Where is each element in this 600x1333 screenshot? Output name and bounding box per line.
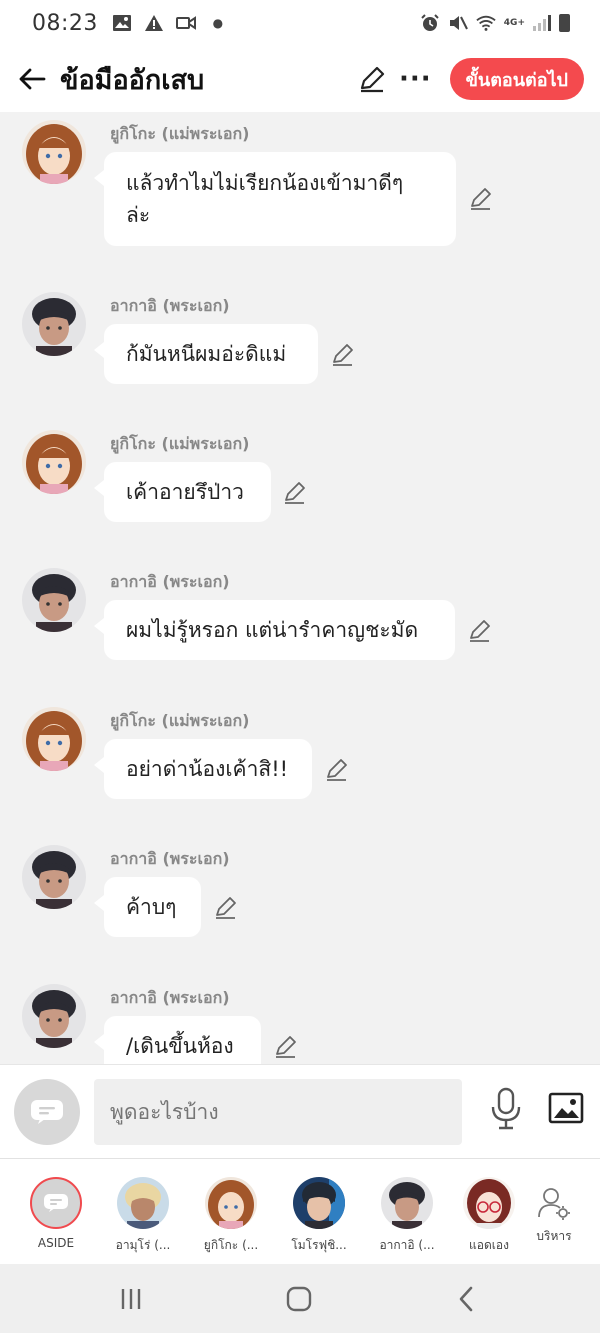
- avatar: [381, 1177, 433, 1229]
- character-label: ยูกิโกะ (...: [203, 1238, 259, 1252]
- message-bubble[interactable]: อย่าด่าน้องเค้าสิ!!: [94, 739, 312, 799]
- avatar-yukiko[interactable]: [22, 120, 86, 184]
- character-label: ASIDE: [37, 1236, 75, 1250]
- sender-name: ยูกิโกะ (แม่พระเอก): [110, 124, 250, 143]
- image-upload-icon[interactable]: [548, 1091, 584, 1125]
- message-bubble[interactable]: เค้าอายรึป่าว: [94, 462, 271, 522]
- avatar: [117, 1177, 169, 1229]
- message-text: อย่าด่าน้องเค้าสิ!!: [126, 757, 289, 781]
- microphone-icon[interactable]: [488, 1087, 524, 1131]
- manage-characters-button[interactable]: บริหาร: [514, 1177, 594, 1246]
- character-bar: ASIDE อามุโร่ (... ยูกิโกะ (... โมโรฟุชิ…: [0, 1158, 600, 1264]
- avatar: [293, 1177, 345, 1229]
- status-bar: 08:23 ● 4G+: [0, 0, 600, 46]
- edit-message-icon[interactable]: [330, 342, 356, 368]
- message-text: เค้าอายรึป่าว: [126, 480, 244, 504]
- avatar-akai[interactable]: [22, 292, 86, 356]
- alarm-icon: [420, 14, 440, 32]
- edit-title-icon[interactable]: [357, 64, 387, 94]
- character-label: อามุโร่ (...: [115, 1238, 171, 1252]
- next-step-button[interactable]: ขั้นตอนต่อไป: [449, 58, 584, 100]
- sender-name: อากาอิ (พระเอก): [110, 988, 230, 1007]
- message-text: ก้มันหนีผมอ่ะดิแม่: [126, 342, 287, 366]
- edit-message-icon[interactable]: [468, 186, 494, 212]
- manage-user-icon: [528, 1177, 580, 1229]
- gallery-notification-icon: [112, 14, 132, 32]
- character-label: อากาอิ (...: [379, 1238, 435, 1252]
- app-header: ข้อมืออักเสบ ··· ขั้นตอนต่อไป: [0, 46, 600, 112]
- chat-bubble-icon: [31, 1100, 63, 1124]
- sender-name: อากาอิ (พระเอก): [110, 296, 230, 315]
- character-morofushi[interactable]: โมโรฟุชิ...: [279, 1177, 359, 1255]
- recent-apps-icon[interactable]: [116, 1284, 146, 1314]
- avatar-akai[interactable]: [22, 568, 86, 632]
- message-input[interactable]: [94, 1079, 462, 1145]
- chat-area[interactable]: ยูกิโกะ (แม่พระเอก) แล้วทำไมไม่เรียกน้อง…: [0, 112, 600, 1064]
- sender-name: อากาอิ (พระเอก): [110, 849, 230, 868]
- more-options-icon[interactable]: ···: [399, 64, 432, 94]
- avatar: [205, 1177, 257, 1229]
- battery-icon: [559, 14, 570, 32]
- character-label: บริหาร: [536, 1229, 572, 1243]
- video-call-icon: [175, 14, 196, 32]
- wifi-icon: [476, 14, 496, 32]
- message-text: ผมไม่รู้หรอก แต่น่ารำคาญชะมัด: [126, 618, 419, 642]
- back-arrow-icon[interactable]: [16, 63, 48, 95]
- message-text: ค้าบๆ: [126, 895, 177, 919]
- sender-name: อากาอิ (พระเอก): [110, 572, 230, 591]
- avatar-yukiko[interactable]: [22, 430, 86, 494]
- edit-message-icon[interactable]: [467, 618, 493, 644]
- edit-message-icon[interactable]: [213, 895, 239, 921]
- character-aside[interactable]: ASIDE: [16, 1177, 96, 1250]
- signal-icon: [533, 15, 551, 31]
- edit-message-icon[interactable]: [324, 757, 350, 783]
- warning-icon: [144, 14, 164, 32]
- aside-icon: [30, 1177, 82, 1229]
- sender-name: ยูกิโกะ (แม่พระเอก): [110, 434, 250, 453]
- avatar-akai[interactable]: [22, 845, 86, 909]
- avatar-akai[interactable]: [22, 984, 86, 1048]
- message-bubble[interactable]: ผมไม่รู้หรอก แต่น่ารำคาญชะมัด: [94, 600, 455, 660]
- edit-message-icon[interactable]: [282, 480, 308, 506]
- character-amuro[interactable]: อามุโร่ (...: [103, 1177, 183, 1255]
- message-bubble[interactable]: ก้มันหนีผมอ่ะดิแม่: [94, 324, 318, 384]
- home-icon[interactable]: [284, 1284, 314, 1314]
- mute-icon: [448, 14, 468, 32]
- dot-icon: ●: [212, 16, 224, 30]
- composer-bar: [0, 1064, 600, 1158]
- back-nav-icon[interactable]: [452, 1284, 482, 1314]
- message-text: /เดินขึ้นห้อง: [126, 1034, 234, 1058]
- message-bubble[interactable]: /เดินขึ้นห้อง: [94, 1016, 261, 1064]
- aside-toggle-button[interactable]: [14, 1079, 80, 1145]
- clock: 08:23: [32, 10, 98, 36]
- edit-message-icon[interactable]: [273, 1034, 299, 1060]
- message-text: แล้วทำไมไม่เรียกน้องเข้ามาดีๆ ล่ะ: [126, 171, 404, 227]
- avatar-yukiko[interactable]: [22, 707, 86, 771]
- character-akai[interactable]: อากาอิ (...: [367, 1177, 447, 1255]
- message-bubble[interactable]: แล้วทำไมไม่เรียกน้องเข้ามาดีๆ ล่ะ: [94, 152, 456, 246]
- message-bubble[interactable]: ค้าบๆ: [94, 877, 201, 937]
- character-label: โมโรฟุชิ...: [291, 1238, 347, 1252]
- avatar: [463, 1177, 515, 1229]
- character-yukiko[interactable]: ยูกิโกะ (...: [191, 1177, 271, 1255]
- sender-name: ยูกิโกะ (แม่พระเอก): [110, 711, 250, 730]
- page-title: ข้อมืออักเสบ: [60, 64, 205, 96]
- network-type: 4G+: [503, 17, 525, 28]
- system-navigation-bar: [0, 1264, 600, 1333]
